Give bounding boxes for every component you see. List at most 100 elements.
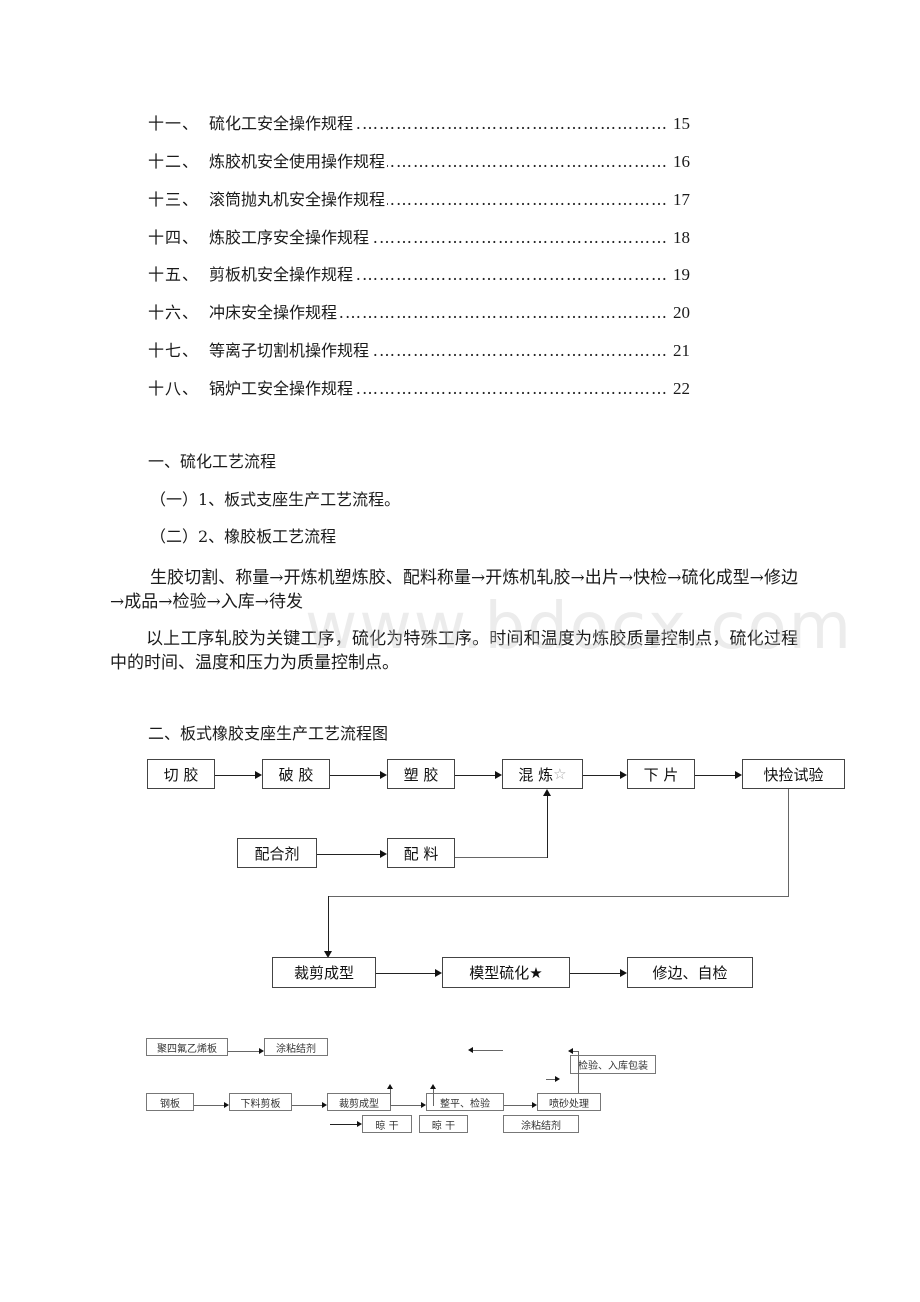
flow-node-apply-adhesive-bottom: 涂粘结剂 xyxy=(503,1115,579,1133)
flow-node-mixing: 混 炼 ☆ xyxy=(502,759,583,789)
toc-entry[interactable]: 十六、 冲床安全操作规程 ………………………………………………………………………… xyxy=(148,301,690,325)
subheading-rubber-sheet: （二）2、橡胶板工艺流程 xyxy=(150,527,337,546)
toc-page-number: 20 xyxy=(673,301,690,325)
control-point-note: 以上工序轧胶为关键工序，硫化为特殊工序。时间和温度为炼胶质量控制点，硫化过程中的… xyxy=(110,629,798,673)
connector-line xyxy=(788,789,789,896)
flow-node-blank-shear: 下料剪板 xyxy=(229,1093,292,1111)
toc-number: 十七、 xyxy=(148,341,200,360)
toc-number: 十八、 xyxy=(148,379,200,398)
flow-node-apply-adhesive-top: 涂粘结剂 xyxy=(264,1038,328,1056)
toc-entry[interactable]: 十四、 炼胶工序安全操作规程 …………………………………………………………………… xyxy=(148,226,690,250)
section-heading-flowchart: 二、板式橡胶支座生产工艺流程图 xyxy=(148,724,389,743)
flow-node-sandblast: 喷砂处理 xyxy=(537,1093,601,1111)
connector-line xyxy=(215,775,255,776)
flow-node-plasticize: 塑 胶 xyxy=(387,759,455,789)
flow-node-air-dry-1: 晾 干 xyxy=(362,1115,412,1133)
arrow-right-icon xyxy=(620,969,627,977)
arrow-right-icon xyxy=(532,1102,537,1108)
toc-entry[interactable]: 十五、 剪板机安全操作规程 ……………………………………………………………………… xyxy=(148,263,690,287)
toc-number: 十六、 xyxy=(148,303,200,322)
toc-page-number: 18 xyxy=(673,226,690,250)
flow-node-trim-inspect: 修边、自检 xyxy=(627,957,753,988)
toc-title: 炼胶工序安全操作规程 xyxy=(209,226,372,250)
toc-number: 十五、 xyxy=(148,265,200,284)
toc-number: 十四、 xyxy=(148,228,200,247)
toc-page-number: 22 xyxy=(673,377,690,401)
toc-title: 等离子切割机操作规程 xyxy=(209,339,372,363)
connector-line xyxy=(578,1051,579,1095)
toc-title: 硫化工安全操作规程 xyxy=(209,112,356,136)
flow-node-mold-vulcanize: 模型硫化★ xyxy=(442,957,570,988)
toc-title: 锅炉工安全操作规程 xyxy=(209,377,356,401)
connector-line xyxy=(547,796,548,858)
connector-line xyxy=(376,973,435,974)
arrow-left-icon xyxy=(568,1048,573,1054)
connector-line xyxy=(391,1105,422,1106)
connector-line xyxy=(504,1105,533,1106)
toc-page-number: 19 xyxy=(673,263,690,287)
arrow-right-icon xyxy=(435,969,442,977)
flow-node-sheet-out: 下 片 xyxy=(627,759,695,789)
arrow-right-icon xyxy=(555,1076,560,1082)
arrow-up-icon xyxy=(387,1084,393,1089)
connector-line xyxy=(292,1105,323,1106)
toc-number: 十二、 xyxy=(148,152,200,171)
toc-title: 炼胶机安全使用操作规程 xyxy=(209,150,388,174)
toc-page-number: 17 xyxy=(673,188,690,212)
connector-line xyxy=(583,775,620,776)
arrow-right-icon xyxy=(495,771,502,779)
flow-node-compounding-agent: 配合剂 xyxy=(237,838,317,868)
toc-page-number: 21 xyxy=(673,339,690,363)
toc-entry[interactable]: 十三、 滚筒抛丸机安全操作规程 ………………………………………………………………… xyxy=(148,188,690,212)
connector-line xyxy=(473,1050,503,1051)
flow-node-inspect-package: 检验、入库包装 xyxy=(570,1055,656,1074)
toc-entry[interactable]: 十八、 锅炉工安全操作规程 ……………………………………………………………………… xyxy=(148,377,690,401)
connector-line xyxy=(433,1088,434,1106)
flow-node-level-inspect: 整平、检验 xyxy=(426,1093,504,1111)
arrow-right-icon xyxy=(259,1048,264,1054)
subheading-plate-bearing: （一）1、板式支座生产工艺流程。 xyxy=(150,490,401,509)
flow-node-quick-test: 快捡试验 xyxy=(742,759,845,789)
connector-line xyxy=(328,896,329,951)
toc-number: 十一、 xyxy=(148,114,200,133)
arrow-right-icon xyxy=(421,1102,426,1108)
flow-node-ptfe-plate: 聚四氟乙烯板 xyxy=(146,1038,228,1056)
toc-entry[interactable]: 十一、 硫化工安全操作规程 ……………………………………………………………………… xyxy=(148,112,690,136)
connector-line xyxy=(390,1088,391,1106)
connector-line xyxy=(695,775,735,776)
flow-node-cut-shape-small: 裁剪成型 xyxy=(327,1093,391,1111)
arrow-right-icon xyxy=(620,771,627,779)
process-flow-text: 生胶切割、称量→开炼机塑炼胶、配料称量→开炼机轧胶→出片→快检→硫化成型→修边→… xyxy=(110,568,798,612)
toc-page-number: 15 xyxy=(673,112,690,136)
arrow-right-icon xyxy=(380,771,387,779)
connector-line xyxy=(194,1105,225,1106)
arrow-right-icon xyxy=(735,771,742,779)
flow-node-cut-rubber: 切 胶 xyxy=(147,759,215,789)
connector-line xyxy=(328,896,789,897)
connector-line xyxy=(317,854,380,855)
toc-title: 剪板机安全操作规程 xyxy=(209,263,356,287)
toc-number: 十三、 xyxy=(148,190,200,209)
section-heading-vulcanization: 一、硫化工艺流程 xyxy=(148,452,277,471)
toc-entry[interactable]: 十二、 炼胶机安全使用操作规程 ………………………………………………………………… xyxy=(148,150,690,174)
flow-node-break-rubber: 破 胶 xyxy=(262,759,330,789)
connector-line xyxy=(330,1124,358,1125)
flow-node-air-dry-2: 晾 干 xyxy=(419,1115,468,1133)
connector-line xyxy=(455,775,495,776)
connector-line xyxy=(455,857,547,858)
flow-node-mixing-label: 混 炼 xyxy=(518,765,554,784)
arrow-right-icon xyxy=(224,1102,229,1108)
arrow-right-icon xyxy=(380,850,387,858)
connector-line xyxy=(330,775,380,776)
connector-line xyxy=(570,973,620,974)
toc-entry[interactable]: 十七、 等离子切割机操作规程 …………………………………………………………………… xyxy=(148,339,690,363)
toc-title: 滚筒抛丸机安全操作规程 xyxy=(209,188,388,212)
arrow-right-icon xyxy=(255,771,262,779)
flow-node-steel-plate: 钢板 xyxy=(146,1093,194,1111)
arrow-right-icon xyxy=(322,1102,327,1108)
arrow-up-icon xyxy=(430,1084,436,1089)
toc-title: 冲床安全操作规程 xyxy=(209,301,340,325)
hollow-star-icon: ☆ xyxy=(553,765,567,783)
arrow-up-icon xyxy=(543,789,551,796)
flow-node-batching: 配 料 xyxy=(387,838,455,868)
